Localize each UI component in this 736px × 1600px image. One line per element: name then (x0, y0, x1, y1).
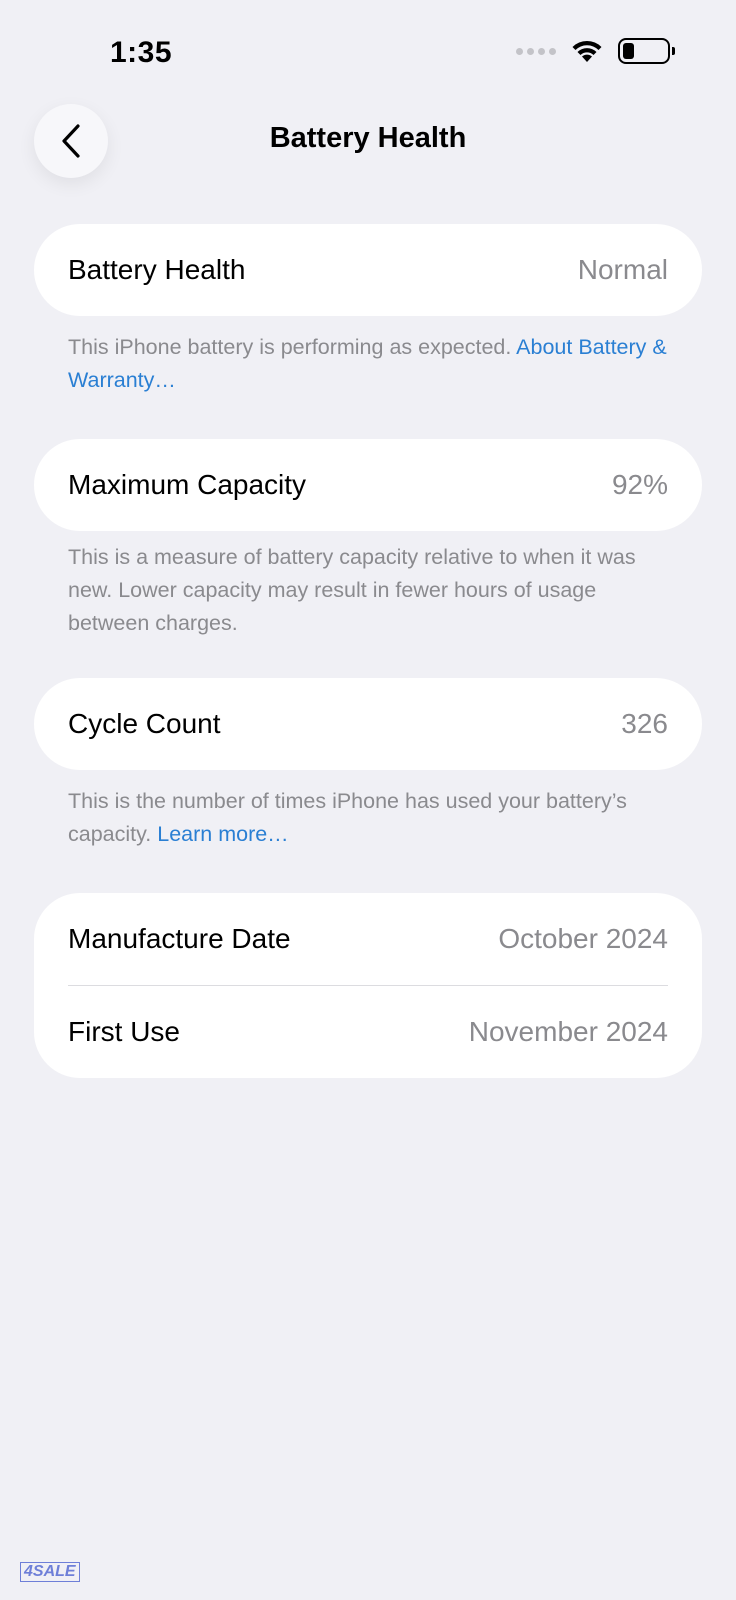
maximum-capacity-card: Maximum Capacity 92% (34, 439, 702, 531)
battery-dates-card: Manufacture Date October 2024 First Use … (34, 893, 702, 1078)
battery-health-card: Battery Health Normal (34, 224, 702, 316)
first-use-label: First Use (68, 1016, 180, 1047)
maximum-capacity-value: 92% (611, 469, 668, 500)
manufacture-date-value: October 2024 (498, 923, 668, 954)
cycle-count-note-text: This is the number of times iPhone has u… (68, 789, 627, 846)
battery-icon (618, 38, 675, 64)
first-use-value: November 2024 (468, 1016, 668, 1047)
maximum-capacity-label: Maximum Capacity (68, 469, 307, 500)
cycle-count-row: Cycle Count 326 (34, 678, 702, 770)
battery-health-note: This iPhone battery is performing as exp… (68, 331, 668, 397)
4sale-watermark: 4SALE (20, 1562, 80, 1582)
battery-health-screen: 1:35 Battery Health Battery Health Norma… (0, 0, 736, 1600)
cellular-dots-icon (516, 47, 556, 55)
manufacture-date-label: Manufacture Date (68, 923, 291, 954)
first-use-row: First Use November 2024 (34, 986, 702, 1078)
battery-health-value: Normal (577, 254, 668, 285)
status-icons (516, 38, 675, 64)
battery-health-row: Battery Health Normal (34, 224, 702, 316)
cycle-count-value: 326 (621, 708, 668, 739)
page-title: Battery Health (269, 122, 467, 154)
status-time: 1:35 (110, 36, 173, 69)
maximum-capacity-note: This is a measure of battery capacity re… (68, 545, 636, 635)
cycle-count-label: Cycle Count (68, 708, 221, 739)
maximum-capacity-row: Maximum Capacity 92% (34, 439, 702, 531)
manufacture-date-row: Manufacture Date October 2024 (34, 893, 702, 985)
battery-health-note-text: This iPhone battery is performing as exp… (68, 335, 517, 359)
battery-health-label: Battery Health (68, 254, 246, 285)
learn-more-link[interactable]: Learn more… (157, 822, 288, 846)
wifi-icon (572, 40, 602, 62)
cycle-count-note: This is the number of times iPhone has u… (68, 785, 668, 851)
cycle-count-card: Cycle Count 326 (34, 678, 702, 770)
